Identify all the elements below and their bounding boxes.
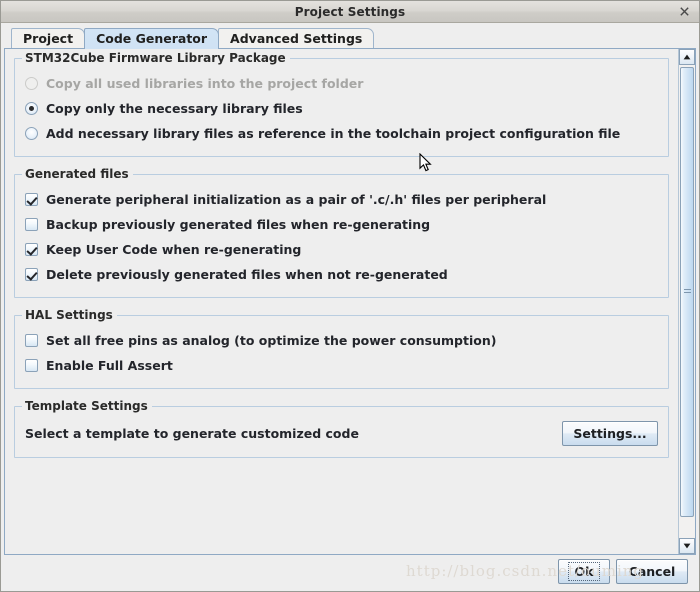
checkbox-label-enable-full-assert: Enable Full Assert [46,357,173,373]
radio-add-as-reference-icon[interactable] [25,126,38,140]
title-bar[interactable]: Project Settings [1,1,699,23]
window-title: Project Settings [294,4,406,19]
checkbox-row-delete-generated-files[interactable]: Delete previously generated files when n… [25,262,658,286]
checkbox-backup-generated-files-icon[interactable] [25,217,38,231]
group-hal-settings: HAL Settings Set all free pins as analog… [14,308,669,389]
group-title-generated-files: Generated files [22,167,133,181]
code-generator-panel: STM32Cube Firmware Library Package Copy … [4,48,696,555]
group-title-hal-settings: HAL Settings [22,308,117,322]
radio-label-add-as-reference: Add necessary library files as reference… [46,125,621,141]
checkbox-set-free-pins-analog-icon[interactable] [25,333,38,347]
dialog-body: Project Code Generator Advanced Settings… [1,23,699,591]
radio-label-copy-all-libraries: Copy all used libraries into the project… [46,75,364,91]
checkbox-row-enable-full-assert[interactable]: Enable Full Assert [25,353,658,377]
group-generated-files: Generated files Generate peripheral init… [14,167,669,298]
checkbox-label-backup-generated-files: Backup previously generated files when r… [46,216,431,232]
panel-content: STM32Cube Firmware Library Package Copy … [5,49,678,554]
tab-project[interactable]: Project [11,28,86,49]
radio-row-add-as-reference[interactable]: Add necessary library files as reference… [25,121,658,145]
vertical-scrollbar[interactable] [678,49,695,554]
tab-bar: Project Code Generator Advanced Settings [4,27,678,49]
template-settings-row: Select a template to generate customized… [25,419,658,447]
close-icon[interactable] [676,3,693,20]
radio-row-copy-necessary-libraries[interactable]: Copy only the necessary library files [25,96,658,120]
scrollbar-track[interactable] [679,65,695,538]
settings-button[interactable]: Settings... [562,420,658,446]
project-settings-dialog: Project Settings Project Code Generator … [0,0,700,592]
checkbox-generate-peripheral-init-icon[interactable] [25,192,38,206]
tab-strip-filler [372,28,678,49]
radio-label-copy-necessary-libraries: Copy only the necessary library files [46,100,303,116]
checkbox-enable-full-assert-icon[interactable] [25,358,38,372]
checkbox-row-generate-peripheral-init[interactable]: Generate peripheral initialization as a … [25,187,658,211]
checkbox-row-backup-generated-files[interactable]: Backup previously generated files when r… [25,212,658,236]
checkbox-label-set-free-pins-analog: Set all free pins as analog (to optimize… [46,332,497,348]
group-firmware-library-package: STM32Cube Firmware Library Package Copy … [14,51,669,157]
checkbox-delete-generated-files-icon[interactable] [25,267,38,281]
checkbox-label-delete-generated-files: Delete previously generated files when n… [46,266,448,282]
radio-copy-all-libraries-icon[interactable] [25,76,38,90]
checkbox-row-keep-user-code[interactable]: Keep User Code when re-generating [25,237,658,261]
checkbox-keep-user-code-icon[interactable] [25,242,38,256]
tab-code-generator[interactable]: Code Generator [84,28,220,49]
checkbox-row-set-free-pins-analog[interactable]: Set all free pins as analog (to optimize… [25,328,658,352]
template-description: Select a template to generate customized… [25,425,359,441]
ok-button-label: Ok [567,562,601,581]
checkbox-label-generate-peripheral-init: Generate peripheral initialization as a … [46,191,547,207]
radio-copy-necessary-libraries-icon[interactable] [25,101,38,115]
scroll-up-arrow-icon[interactable] [679,49,695,65]
ok-button[interactable]: Ok [558,559,610,584]
group-title-template-settings: Template Settings [22,399,152,413]
scrollbar-grip-icon [684,289,691,295]
scroll-down-arrow-icon[interactable] [679,538,695,554]
group-template-settings: Template Settings Select a template to g… [14,399,669,458]
scrollbar-thumb[interactable] [680,67,694,517]
dialog-footer: Ok Cancel [4,555,696,588]
checkbox-label-keep-user-code: Keep User Code when re-generating [46,241,302,257]
cancel-button[interactable]: Cancel [616,559,688,584]
radio-row-copy-all-libraries[interactable]: Copy all used libraries into the project… [25,71,658,95]
group-title-firmware: STM32Cube Firmware Library Package [22,51,290,65]
tab-advanced-settings[interactable]: Advanced Settings [218,28,375,49]
